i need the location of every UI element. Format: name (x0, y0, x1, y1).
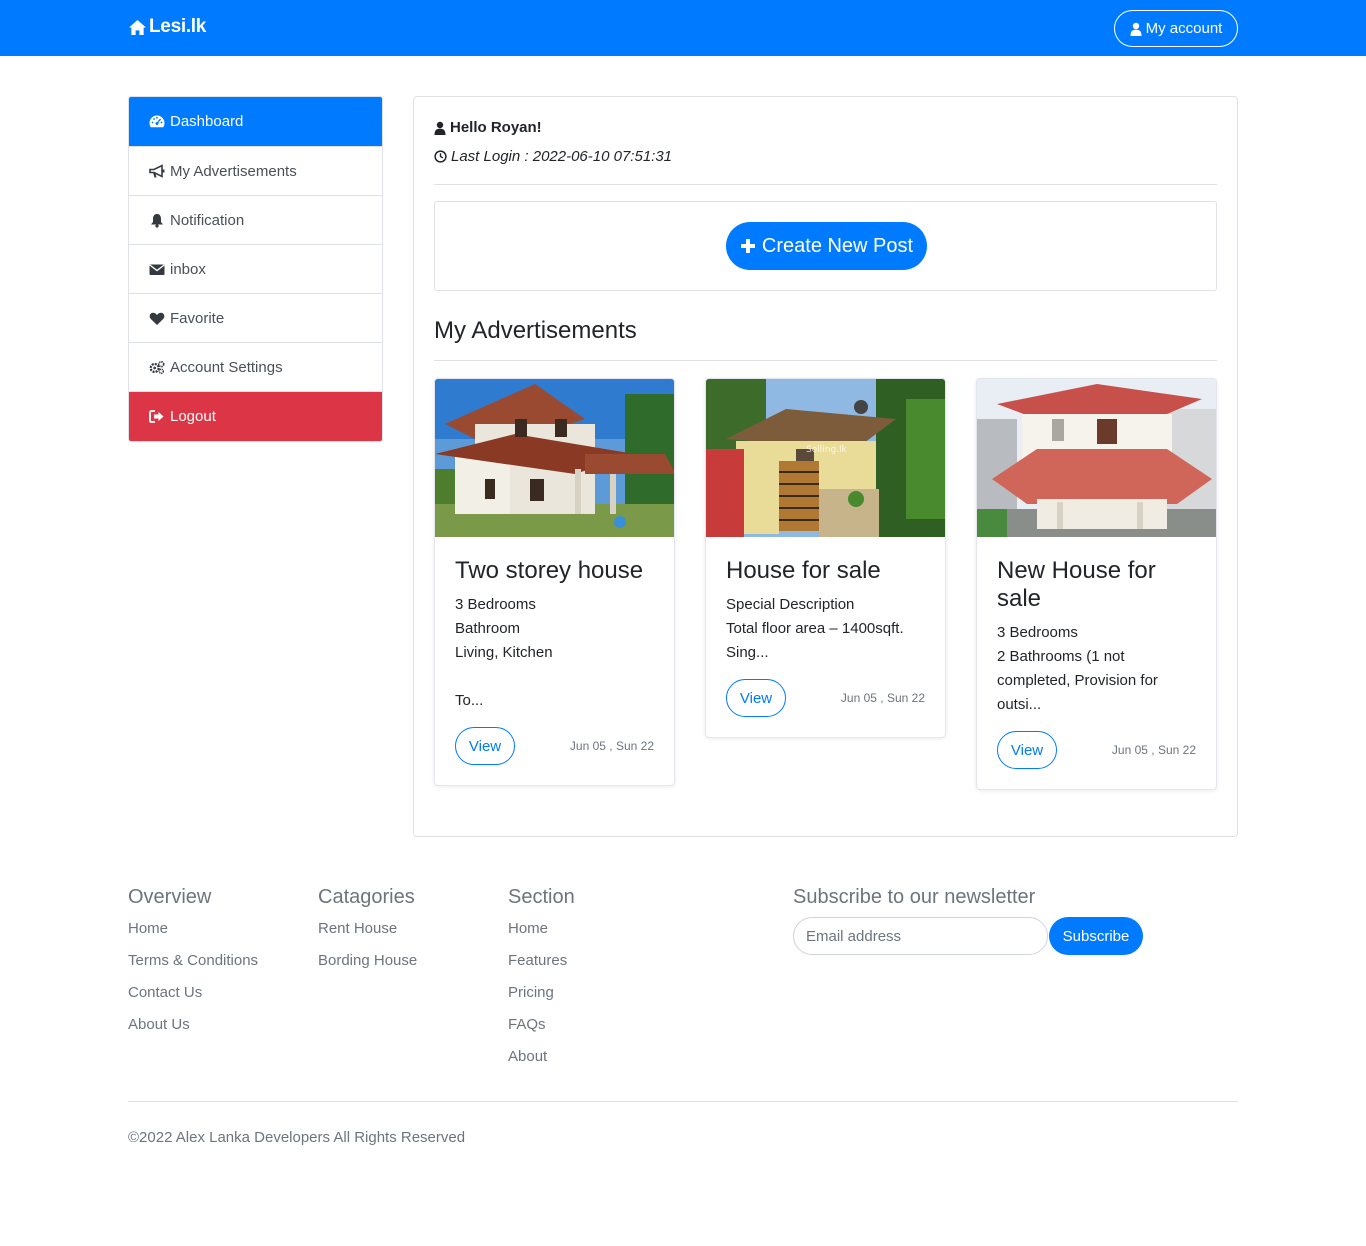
ad-date: Jun 05 , Sun 22 (569, 739, 654, 753)
footer-divider (128, 1101, 1238, 1102)
dashboard-icon (149, 115, 165, 128)
card-body: New House for sale 3 Bedrooms 2 Bathroom… (977, 537, 1216, 789)
divider (434, 360, 1217, 361)
footer-link-faqs[interactable]: FAQs (508, 1013, 575, 1045)
ad-title: Two storey house (455, 557, 644, 584)
view-button[interactable]: View (726, 679, 786, 717)
sidebar-item-label: My Advertisements (170, 162, 297, 180)
ad-image[interactable]: Selling.lk (706, 379, 945, 537)
footer-heading: Catagories (318, 886, 415, 908)
ad-image[interactable] (435, 379, 674, 537)
sidebar-item-label: Account Settings (170, 358, 283, 376)
bell-icon (151, 213, 163, 228)
ad-title: New House for sale (997, 557, 1156, 612)
image-watermark: Selling.lk (806, 445, 848, 455)
create-new-post-button[interactable]: Create New Post (726, 222, 927, 270)
sidebar-item-notification[interactable]: Notification (129, 196, 382, 245)
sidebar-item-inbox[interactable]: inbox (129, 245, 382, 294)
greeting: Hello Royan! (434, 119, 542, 136)
footer-link-pricing[interactable]: Pricing (508, 981, 575, 1013)
sidebar-item-label: Favorite (170, 309, 225, 327)
brand-logo[interactable]: Lesi.lk (128, 16, 206, 38)
subscribe-button[interactable]: Subscribe (1049, 917, 1143, 955)
footer-link-about-us[interactable]: About Us (128, 1013, 258, 1045)
greeting-text: Hello Royan! (450, 119, 542, 136)
my-account-button[interactable]: My account (1114, 10, 1238, 47)
envelope-icon (149, 263, 165, 275)
brand-name: Lesi.lk (149, 16, 207, 37)
sidebar-item-logout[interactable]: Logout (129, 392, 382, 441)
sidebar-item-label: inbox (170, 260, 206, 278)
footer-heading: Section (508, 886, 575, 908)
footer-link-contact[interactable]: Contact Us (128, 981, 258, 1013)
dashboard-panel: Hello Royan! Last Login : 2022-06-10 07:… (413, 96, 1238, 837)
ad-card: New House for sale 3 Bedrooms 2 Bathroom… (976, 378, 1217, 790)
user-icon (1130, 22, 1142, 36)
copyright-text: ©2022 Alex Lanka Developers All Rights R… (128, 1129, 466, 1146)
create-new-post-label: Create New Post (761, 234, 914, 257)
my-account-label: My account (1145, 20, 1223, 37)
sidebar-item-label: Logout (170, 408, 216, 425)
ad-card: Two storey house 3 Bedrooms Bathroom Liv… (434, 378, 675, 786)
footer-link-about[interactable]: About (508, 1045, 575, 1077)
gears-icon (149, 360, 165, 374)
email-address-input[interactable] (793, 917, 1048, 955)
ad-title: House for sale (726, 557, 881, 584)
footer-overview: Overview Home Terms & Conditions Contact… (128, 886, 258, 1045)
ad-card: Selling.lk House for sale Special Descri… (705, 378, 946, 738)
divider (434, 184, 1217, 185)
footer-link-home[interactable]: Home (128, 917, 258, 949)
ad-description: 3 Bedrooms Bathroom Living, Kitchen To..… (455, 596, 553, 709)
home-icon (129, 19, 146, 35)
plus-icon (740, 239, 755, 253)
bullhorn-icon (149, 163, 165, 178)
create-post-box: Create New Post (434, 201, 1217, 291)
sign-out-icon (149, 410, 164, 423)
heart-icon (149, 312, 165, 325)
footer-link-rent-house[interactable]: Rent House (318, 917, 417, 949)
sidebar-item-account-settings[interactable]: Account Settings (129, 343, 382, 392)
card-body: Two storey house 3 Bedrooms Bathroom Liv… (435, 537, 674, 785)
ad-description: 3 Bedrooms 2 Bathrooms (1 not completed,… (997, 624, 1158, 713)
sidebar-item-dashboard[interactable]: Dashboard (129, 97, 382, 147)
footer-heading: Overview (128, 886, 212, 908)
footer-section: Section Home Features Pricing FAQs About (508, 886, 575, 1077)
sidebar-item-label: Notification (170, 211, 245, 229)
footer-link-home[interactable]: Home (508, 917, 575, 949)
sidebar-item-my-advertisements[interactable]: My Advertisements (129, 147, 382, 196)
view-button[interactable]: View (997, 731, 1057, 769)
section-title: My Advertisements (434, 317, 637, 344)
last-login: Last Login : 2022-06-10 07:51:31 (434, 148, 672, 165)
footer-link-features[interactable]: Features (508, 949, 575, 981)
sidebar-item-label: Dashboard (170, 113, 244, 130)
footer-link-bording-house[interactable]: Bording House (318, 949, 417, 981)
footer-link-terms[interactable]: Terms & Conditions (128, 949, 258, 981)
clock-icon (434, 150, 447, 163)
top-navbar: Lesi.lk My account (0, 0, 1366, 56)
sidebar-menu: Dashboard My Advertisements Notification… (128, 96, 383, 442)
view-button[interactable]: View (455, 727, 515, 765)
sidebar-item-favorite[interactable]: Favorite (129, 294, 382, 343)
user-icon (434, 121, 446, 135)
ad-date: Jun 05 , Sun 22 (1111, 743, 1196, 757)
card-body: House for sale Special Description Total… (706, 537, 945, 737)
footer-categories: Catagories Rent House Bording House (318, 886, 417, 981)
newsletter-heading: Subscribe to our newsletter (793, 886, 1036, 908)
ad-image[interactable] (977, 379, 1216, 537)
ad-date: Jun 05 , Sun 22 (840, 691, 925, 705)
last-login-text: Last Login : 2022-06-10 07:51:31 (451, 148, 673, 165)
ad-description: Special Description Total floor area – 1… (726, 596, 904, 661)
